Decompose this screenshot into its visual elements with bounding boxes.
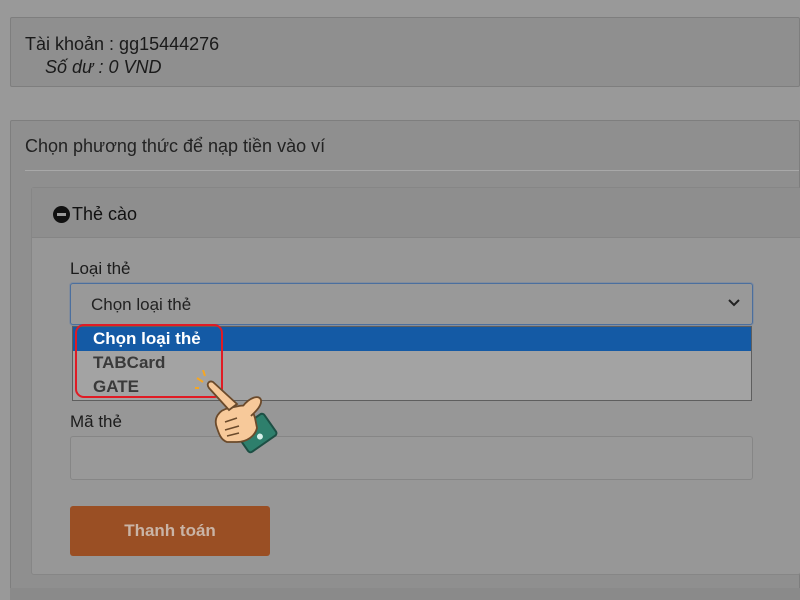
payment-method-title: Chọn phương thức để nạp tiền vào ví [25, 136, 326, 156]
minus-circle-icon[interactable] [53, 206, 70, 223]
scratch-card-panel: Thẻ cào Loại thẻ Chọn loại thẻ Chọn loại… [31, 187, 800, 575]
bottom-panel-edge [10, 588, 800, 600]
account-name: Tài khoản : gg15444276 [25, 34, 220, 54]
card-code-label: Mã thẻ [70, 412, 122, 431]
account-balance: Số dư : 0 VND [45, 57, 162, 77]
card-type-select[interactable]: Chọn loại thẻ [70, 283, 753, 325]
scratch-card-header[interactable]: Thẻ cào [32, 188, 800, 238]
card-type-selected-value: Chọn loại thẻ [91, 295, 192, 314]
chevron-down-icon [728, 299, 740, 307]
scratch-card-title: Thẻ cào [72, 204, 138, 224]
card-type-label: Loại thẻ [70, 259, 131, 278]
card-type-dropdown: Chọn loại thẻ TABCard GATE [72, 326, 752, 401]
card-code-input[interactable] [70, 436, 753, 480]
dropdown-option-choose[interactable]: Chọn loại thẻ [73, 327, 751, 351]
dropdown-option-gate[interactable]: GATE [73, 375, 751, 399]
account-panel: Tài khoản : gg15444276 Số dư : 0 VND [10, 17, 800, 87]
divider [25, 170, 799, 171]
payment-method-panel: Chọn phương thức để nạp tiền vào ví Thẻ … [10, 120, 800, 600]
dropdown-option-tabcard[interactable]: TABCard [73, 351, 751, 375]
pointing-hand-icon [195, 370, 278, 454]
pay-button[interactable]: Thanh toán [70, 506, 270, 556]
